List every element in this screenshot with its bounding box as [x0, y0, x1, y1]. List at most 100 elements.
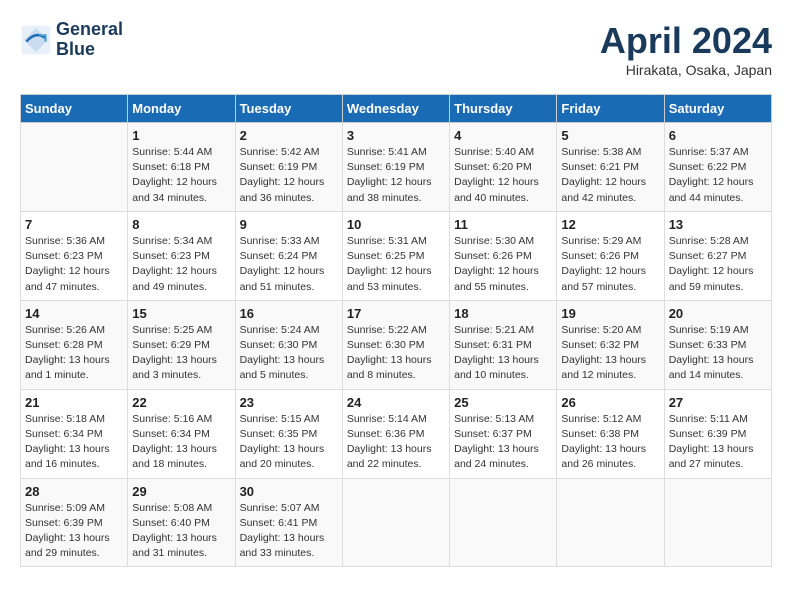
- calendar-cell: 3 Sunrise: 5:41 AM Sunset: 6:19 PM Daylig…: [342, 123, 449, 212]
- calendar-cell: 21 Sunrise: 5:18 AM Sunset: 6:34 PM Dayli…: [21, 389, 128, 478]
- calendar-cell: [557, 478, 664, 567]
- weekday-header-tuesday: Tuesday: [235, 95, 342, 123]
- calendar-cell: 1Sunrise: 5:44 AM Sunset: 6:18 PM Daylig…: [128, 123, 235, 212]
- day-info: Sunrise: 5:09 AM Sunset: 6:39 PM Dayligh…: [25, 501, 123, 562]
- day-info: Sunrise: 5:44 AM Sunset: 6:18 PM Dayligh…: [132, 145, 230, 206]
- day-number: 4: [454, 128, 552, 143]
- day-number: 12: [561, 217, 659, 232]
- day-number: 16: [240, 306, 338, 321]
- calendar-cell: 10 Sunrise: 5:31 AM Sunset: 6:25 PM Dayli…: [342, 211, 449, 300]
- day-info: Sunrise: 5:07 AM Sunset: 6:41 PM Dayligh…: [240, 501, 338, 562]
- calendar-cell: 7 Sunrise: 5:36 AM Sunset: 6:23 PM Daylig…: [21, 211, 128, 300]
- weekday-header-saturday: Saturday: [664, 95, 771, 123]
- calendar-cell: 8 Sunrise: 5:34 AM Sunset: 6:23 PM Daylig…: [128, 211, 235, 300]
- title-block: April 2024 Hirakata, Osaka, Japan: [600, 20, 772, 78]
- calendar-cell: 13Sunrise: 5:28 AM Sunset: 6:27 PM Dayli…: [664, 211, 771, 300]
- day-number: 7: [25, 217, 123, 232]
- day-info: Sunrise: 5:38 AM Sunset: 6:21 PM Dayligh…: [561, 145, 659, 206]
- day-number: 27: [669, 395, 767, 410]
- location: Hirakata, Osaka, Japan: [600, 62, 772, 78]
- calendar-cell: 25Sunrise: 5:13 AM Sunset: 6:37 PM Dayli…: [450, 389, 557, 478]
- day-number: 2: [240, 128, 338, 143]
- logo-text: General Blue: [56, 20, 123, 60]
- calendar-cell: 30Sunrise: 5:07 AM Sunset: 6:41 PM Dayli…: [235, 478, 342, 567]
- day-info: Sunrise: 5:14 AM Sunset: 6:36 PM Dayligh…: [347, 412, 445, 473]
- weekday-header-friday: Friday: [557, 95, 664, 123]
- week-row-3: 14Sunrise: 5:26 AM Sunset: 6:28 PM Dayli…: [21, 300, 772, 389]
- weekday-header-sunday: Sunday: [21, 95, 128, 123]
- day-number: 3: [347, 128, 445, 143]
- calendar-cell: 18 Sunrise: 5:21 AM Sunset: 6:31 PM Dayli…: [450, 300, 557, 389]
- page-header: General Blue April 2024 Hirakata, Osaka,…: [20, 20, 772, 78]
- week-row-4: 21 Sunrise: 5:18 AM Sunset: 6:34 PM Dayli…: [21, 389, 772, 478]
- weekday-header-row: SundayMondayTuesdayWednesdayThursdayFrid…: [21, 95, 772, 123]
- day-info: Sunrise: 5:26 AM Sunset: 6:28 PM Dayligh…: [25, 323, 123, 384]
- day-info: Sunrise: 5:15 AM Sunset: 6:35 PM Dayligh…: [240, 412, 338, 473]
- day-number: 15: [132, 306, 230, 321]
- day-number: 20: [669, 306, 767, 321]
- day-info: Sunrise: 5:37 AM Sunset: 6:22 PM Dayligh…: [669, 145, 767, 206]
- calendar-cell: 2 Sunrise: 5:42 AM Sunset: 6:19 PM Daylig…: [235, 123, 342, 212]
- day-number: 23: [240, 395, 338, 410]
- calendar-cell: 15 Sunrise: 5:25 AM Sunset: 6:29 PM Dayli…: [128, 300, 235, 389]
- day-info: Sunrise: 5:18 AM Sunset: 6:34 PM Dayligh…: [25, 412, 123, 473]
- day-number: 9: [240, 217, 338, 232]
- calendar-cell: 24 Sunrise: 5:14 AM Sunset: 6:36 PM Dayli…: [342, 389, 449, 478]
- day-info: Sunrise: 5:33 AM Sunset: 6:24 PM Dayligh…: [240, 234, 338, 295]
- day-number: 17: [347, 306, 445, 321]
- calendar-cell: 16 Sunrise: 5:24 AM Sunset: 6:30 PM Dayli…: [235, 300, 342, 389]
- day-info: Sunrise: 5:12 AM Sunset: 6:38 PM Dayligh…: [561, 412, 659, 473]
- day-info: Sunrise: 5:42 AM Sunset: 6:19 PM Dayligh…: [240, 145, 338, 206]
- calendar-cell: [21, 123, 128, 212]
- day-number: 25: [454, 395, 552, 410]
- calendar-cell: [450, 478, 557, 567]
- day-info: Sunrise: 5:41 AM Sunset: 6:19 PM Dayligh…: [347, 145, 445, 206]
- calendar-cell: 22Sunrise: 5:16 AM Sunset: 6:34 PM Dayli…: [128, 389, 235, 478]
- day-info: Sunrise: 5:25 AM Sunset: 6:29 PM Dayligh…: [132, 323, 230, 384]
- calendar-cell: 19 Sunrise: 5:20 AM Sunset: 6:32 PM Dayli…: [557, 300, 664, 389]
- day-number: 6: [669, 128, 767, 143]
- calendar-cell: 11Sunrise: 5:30 AM Sunset: 6:26 PM Dayli…: [450, 211, 557, 300]
- weekday-header-wednesday: Wednesday: [342, 95, 449, 123]
- day-info: Sunrise: 5:19 AM Sunset: 6:33 PM Dayligh…: [669, 323, 767, 384]
- calendar-cell: [664, 478, 771, 567]
- day-info: Sunrise: 5:30 AM Sunset: 6:26 PM Dayligh…: [454, 234, 552, 295]
- day-number: 26: [561, 395, 659, 410]
- day-info: Sunrise: 5:22 AM Sunset: 6:30 PM Dayligh…: [347, 323, 445, 384]
- calendar-cell: 5 Sunrise: 5:38 AM Sunset: 6:21 PM Daylig…: [557, 123, 664, 212]
- week-row-1: 1Sunrise: 5:44 AM Sunset: 6:18 PM Daylig…: [21, 123, 772, 212]
- calendar-cell: 17 Sunrise: 5:22 AM Sunset: 6:30 PM Dayli…: [342, 300, 449, 389]
- day-number: 24: [347, 395, 445, 410]
- calendar-cell: 29 Sunrise: 5:08 AM Sunset: 6:40 PM Dayli…: [128, 478, 235, 567]
- day-info: Sunrise: 5:31 AM Sunset: 6:25 PM Dayligh…: [347, 234, 445, 295]
- day-number: 28: [25, 484, 123, 499]
- calendar-cell: 23 Sunrise: 5:15 AM Sunset: 6:35 PM Dayli…: [235, 389, 342, 478]
- logo: General Blue: [20, 20, 123, 60]
- day-info: Sunrise: 5:20 AM Sunset: 6:32 PM Dayligh…: [561, 323, 659, 384]
- weekday-header-monday: Monday: [128, 95, 235, 123]
- day-number: 18: [454, 306, 552, 321]
- day-info: Sunrise: 5:08 AM Sunset: 6:40 PM Dayligh…: [132, 501, 230, 562]
- day-number: 21: [25, 395, 123, 410]
- day-number: 5: [561, 128, 659, 143]
- calendar-cell: 20 Sunrise: 5:19 AM Sunset: 6:33 PM Dayli…: [664, 300, 771, 389]
- calendar-table: SundayMondayTuesdayWednesdayThursdayFrid…: [20, 94, 772, 567]
- month-title: April 2024: [600, 20, 772, 62]
- day-number: 13: [669, 217, 767, 232]
- day-info: Sunrise: 5:34 AM Sunset: 6:23 PM Dayligh…: [132, 234, 230, 295]
- day-number: 10: [347, 217, 445, 232]
- day-info: Sunrise: 5:21 AM Sunset: 6:31 PM Dayligh…: [454, 323, 552, 384]
- day-info: Sunrise: 5:36 AM Sunset: 6:23 PM Dayligh…: [25, 234, 123, 295]
- day-number: 29: [132, 484, 230, 499]
- day-number: 8: [132, 217, 230, 232]
- calendar-cell: 14Sunrise: 5:26 AM Sunset: 6:28 PM Dayli…: [21, 300, 128, 389]
- calendar-cell: 28 Sunrise: 5:09 AM Sunset: 6:39 PM Dayli…: [21, 478, 128, 567]
- day-info: Sunrise: 5:11 AM Sunset: 6:39 PM Dayligh…: [669, 412, 767, 473]
- week-row-5: 28 Sunrise: 5:09 AM Sunset: 6:39 PM Dayli…: [21, 478, 772, 567]
- day-number: 19: [561, 306, 659, 321]
- calendar-cell: 12Sunrise: 5:29 AM Sunset: 6:26 PM Dayli…: [557, 211, 664, 300]
- day-info: Sunrise: 5:24 AM Sunset: 6:30 PM Dayligh…: [240, 323, 338, 384]
- calendar-cell: 6 Sunrise: 5:37 AM Sunset: 6:22 PM Daylig…: [664, 123, 771, 212]
- calendar-cell: 26 Sunrise: 5:12 AM Sunset: 6:38 PM Dayli…: [557, 389, 664, 478]
- calendar-cell: 9 Sunrise: 5:33 AM Sunset: 6:24 PM Daylig…: [235, 211, 342, 300]
